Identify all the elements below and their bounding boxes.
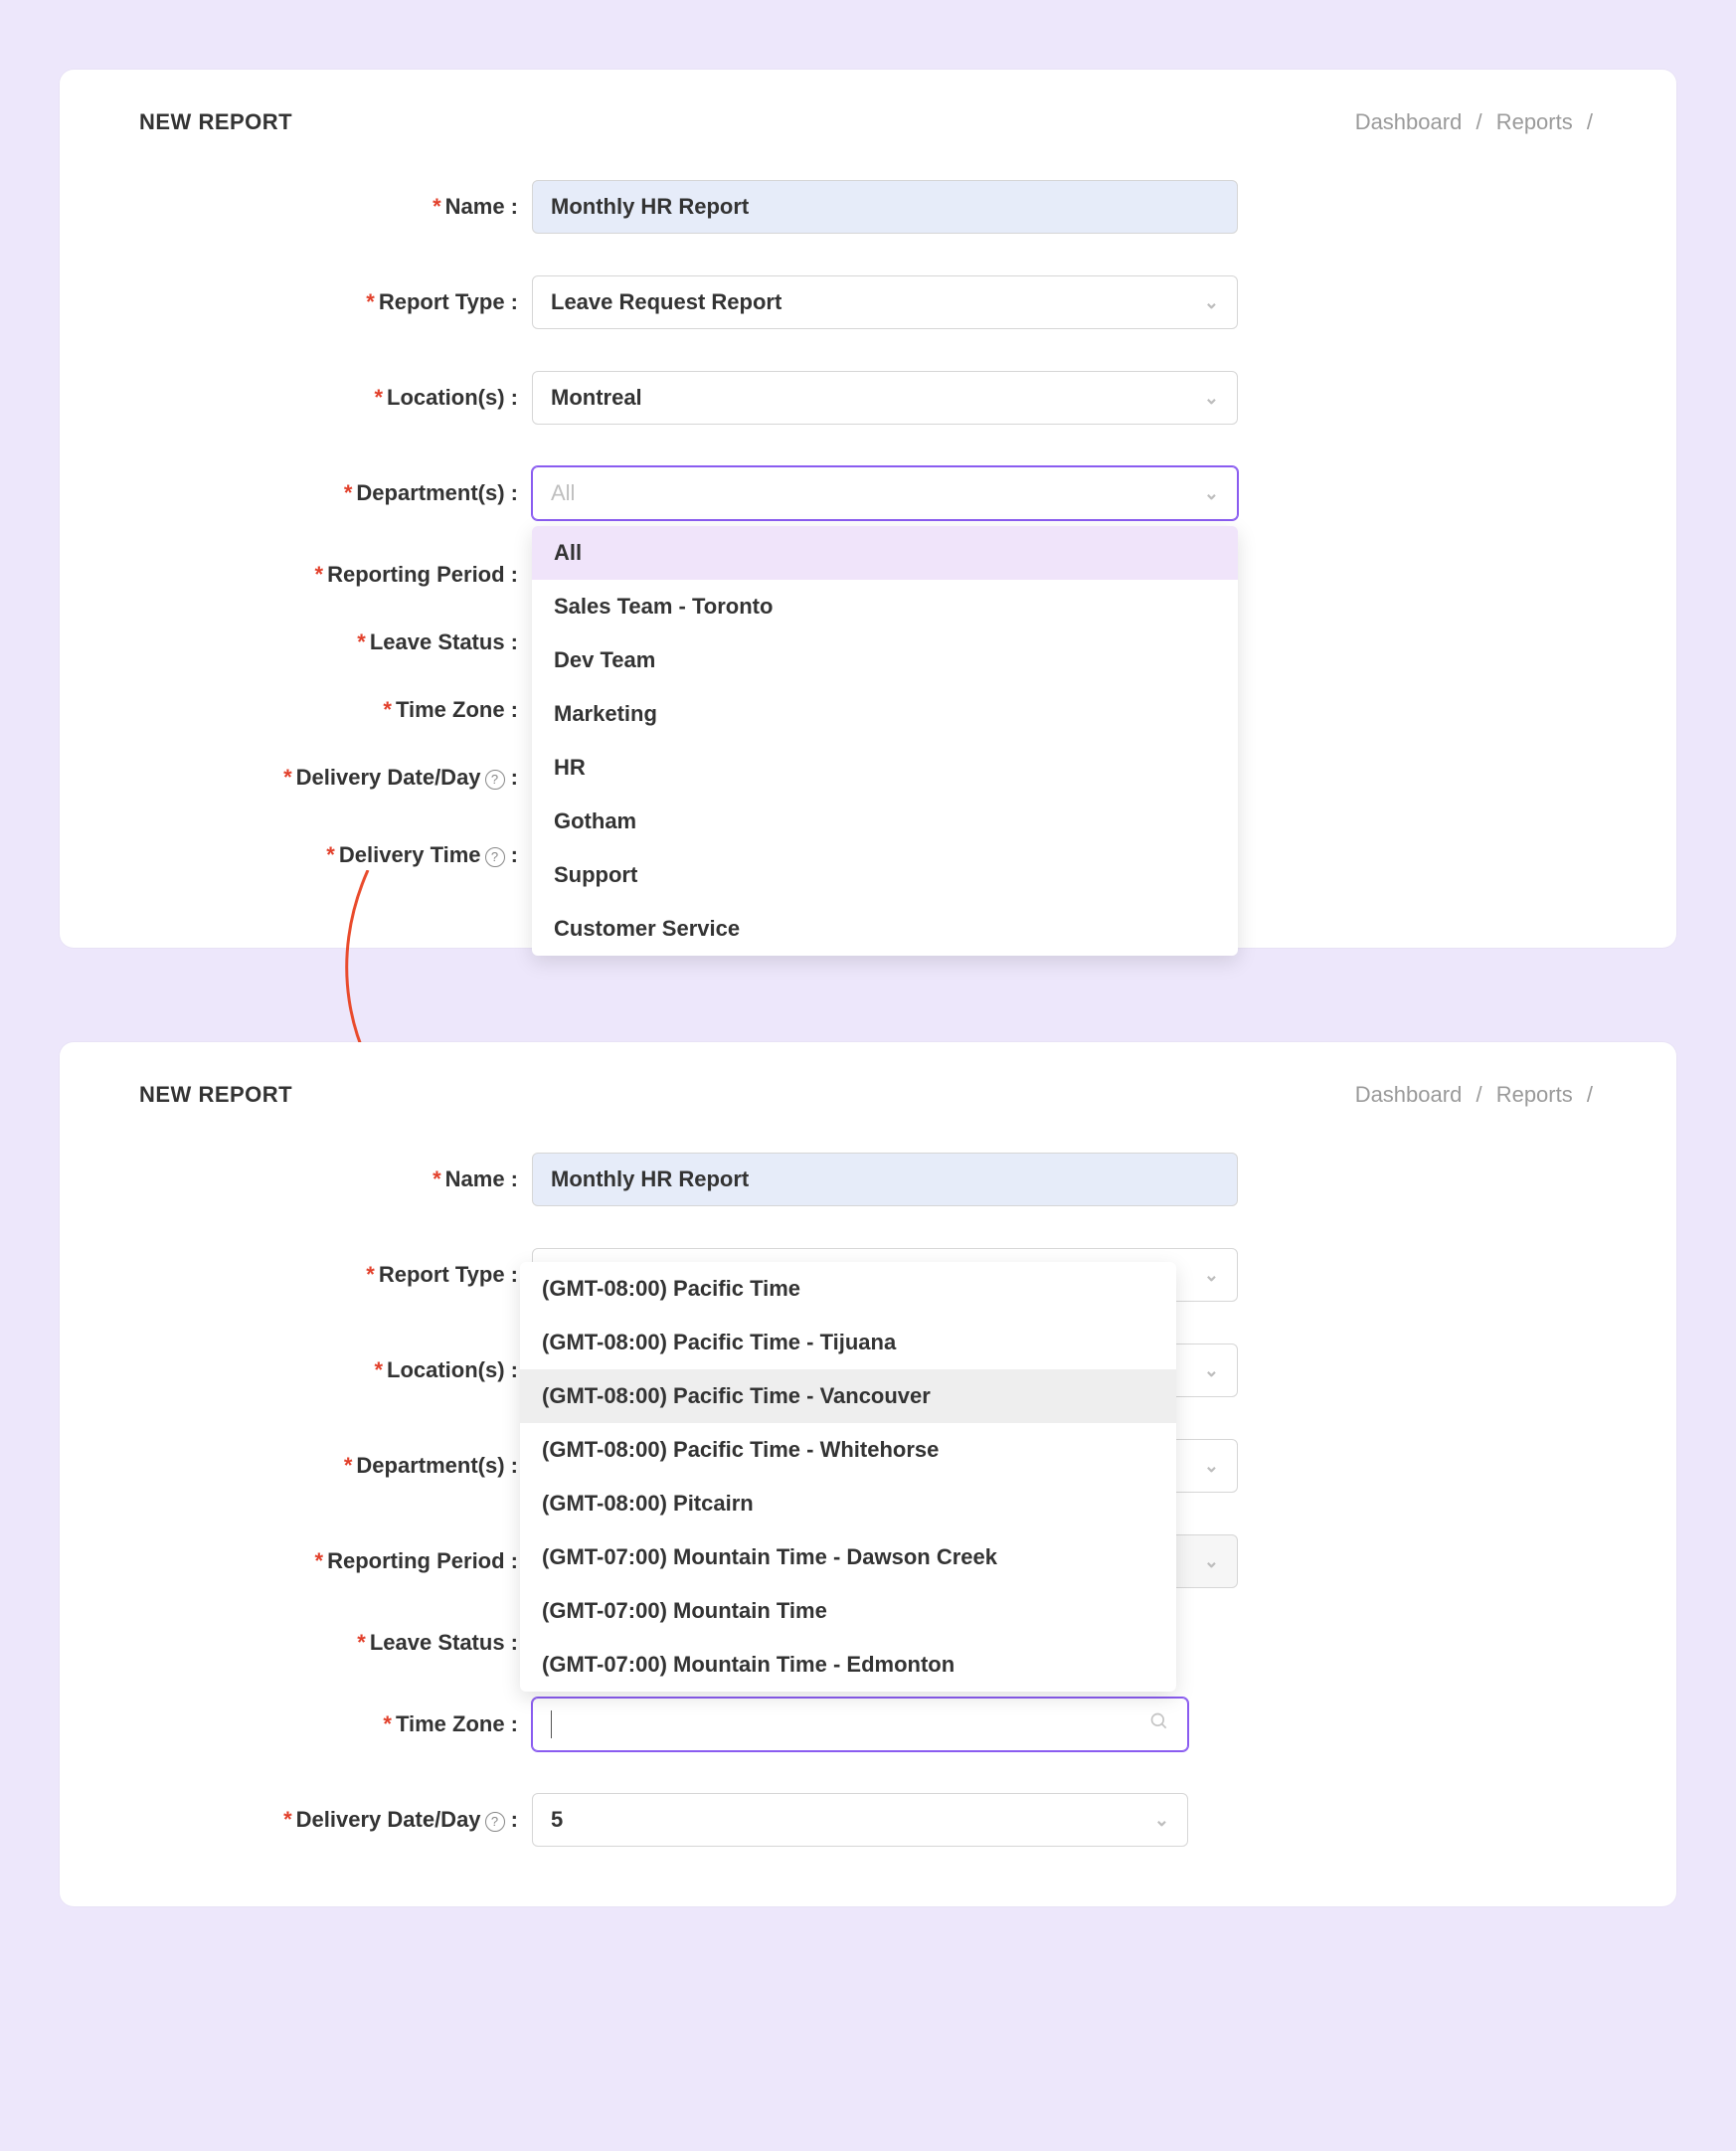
- breadcrumb: Dashboard / Reports /: [1351, 109, 1597, 135]
- breadcrumb-sep-end: /: [1587, 1082, 1593, 1107]
- label-name: *Name :: [139, 194, 532, 220]
- label-delivery-time: *Delivery Time? :: [139, 842, 532, 868]
- row-name: *Name : Monthly HR Report: [139, 1153, 1597, 1206]
- row-departments: *Department(s) : All ⌄ All Sales Team - …: [139, 466, 1597, 520]
- dropdown-item[interactable]: All: [532, 526, 1238, 580]
- dropdown-item[interactable]: Marketing: [532, 687, 1238, 741]
- page-title: NEW REPORT: [139, 109, 292, 135]
- label-delivery-date: *Delivery Date/Day? :: [139, 1807, 532, 1833]
- chevron-down-icon: ⌄: [1204, 1265, 1219, 1286]
- breadcrumb: Dashboard / Reports /: [1351, 1082, 1597, 1108]
- new-report-form-panel-1: NEW REPORT Dashboard / Reports / *Name :…: [60, 70, 1676, 948]
- chevron-down-icon: ⌄: [1204, 483, 1219, 504]
- chevron-down-icon: ⌄: [1154, 1810, 1169, 1831]
- report-type-select[interactable]: Leave Request Report ⌄: [532, 275, 1238, 329]
- card-header: NEW REPORT Dashboard / Reports /: [139, 1082, 1597, 1108]
- help-icon[interactable]: ?: [485, 770, 505, 790]
- breadcrumb-reports[interactable]: Reports: [1496, 1082, 1573, 1107]
- label-departments: *Department(s) :: [139, 1453, 532, 1479]
- label-locations: *Location(s) :: [139, 1357, 532, 1383]
- dropdown-item[interactable]: (GMT-08:00) Pacific Time - Vancouver: [520, 1369, 1176, 1423]
- dropdown-item[interactable]: (GMT-08:00) Pitcairn: [520, 1477, 1176, 1530]
- label-locations: *Location(s) :: [139, 385, 532, 411]
- dropdown-item[interactable]: (GMT-08:00) Pacific Time - Tijuana: [520, 1316, 1176, 1369]
- dropdown-item[interactable]: (GMT-07:00) Mountain Time - Edmonton: [520, 1638, 1176, 1692]
- page-title: NEW REPORT: [139, 1082, 292, 1108]
- label-leave-status: *Leave Status :: [139, 1630, 532, 1656]
- row-report-type: *Report Type : Leave Request Report ⌄: [139, 275, 1597, 329]
- dropdown-item[interactable]: Customer Service: [532, 902, 1238, 956]
- label-name: *Name :: [139, 1166, 532, 1192]
- departments-dropdown: All Sales Team - Toronto Dev Team Market…: [532, 526, 1238, 956]
- breadcrumb-sep: /: [1476, 1082, 1481, 1107]
- text-cursor: [551, 1710, 552, 1738]
- label-reporting-period: *Reporting Period :: [139, 1548, 532, 1574]
- label-report-type: *Report Type :: [139, 1262, 532, 1288]
- label-report-type: *Report Type :: [139, 289, 532, 315]
- help-icon[interactable]: ?: [485, 847, 505, 867]
- time-zone-search-input[interactable]: [532, 1698, 1188, 1751]
- departments-select[interactable]: All ⌄: [532, 466, 1238, 520]
- label-reporting-period: *Reporting Period :: [139, 562, 532, 588]
- label-time-zone: *Time Zone :: [139, 697, 532, 723]
- label-delivery-date: *Delivery Date/Day? :: [139, 765, 532, 791]
- dropdown-item[interactable]: Dev Team: [532, 633, 1238, 687]
- locations-select[interactable]: Montreal ⌄: [532, 371, 1238, 425]
- chevron-down-icon: ⌄: [1204, 292, 1219, 313]
- chevron-down-icon: ⌄: [1204, 1360, 1219, 1381]
- row-name: *Name : Monthly HR Report: [139, 180, 1597, 234]
- chevron-down-icon: ⌄: [1204, 1456, 1219, 1477]
- name-input[interactable]: Monthly HR Report: [532, 180, 1238, 234]
- chevron-down-icon: ⌄: [1204, 1551, 1219, 1572]
- name-input[interactable]: Monthly HR Report: [532, 1153, 1238, 1206]
- card-header: NEW REPORT Dashboard / Reports /: [139, 109, 1597, 135]
- timezone-dropdown: (GMT-08:00) Pacific Time (GMT-08:00) Pac…: [520, 1262, 1176, 1692]
- row-delivery-date: *Delivery Date/Day? : 5 ⌄: [139, 1793, 1597, 1847]
- dropdown-item[interactable]: (GMT-07:00) Mountain Time - Dawson Creek: [520, 1530, 1176, 1584]
- label-time-zone: *Time Zone :: [139, 1711, 532, 1737]
- row-time-zone: *Time Zone : (GMT-08:00) Pacific Time (G…: [139, 1698, 1597, 1751]
- dropdown-item[interactable]: (GMT-08:00) Pacific Time - Whitehorse: [520, 1423, 1176, 1477]
- row-locations: *Location(s) : Montreal ⌄: [139, 371, 1597, 425]
- label-leave-status: *Leave Status :: [139, 629, 532, 655]
- new-report-form-panel-2: NEW REPORT Dashboard / Reports / *Name :…: [60, 1042, 1676, 1906]
- chevron-down-icon: ⌄: [1204, 388, 1219, 409]
- delivery-date-select[interactable]: 5 ⌄: [532, 1793, 1188, 1847]
- breadcrumb-sep-end: /: [1587, 109, 1593, 134]
- breadcrumb-dashboard[interactable]: Dashboard: [1355, 1082, 1463, 1107]
- label-departments: *Department(s) :: [139, 480, 532, 506]
- breadcrumb-dashboard[interactable]: Dashboard: [1355, 109, 1463, 134]
- dropdown-item[interactable]: (GMT-07:00) Mountain Time: [520, 1584, 1176, 1638]
- dropdown-item[interactable]: Support: [532, 848, 1238, 902]
- breadcrumb-sep: /: [1476, 109, 1481, 134]
- dropdown-item[interactable]: Gotham: [532, 795, 1238, 848]
- breadcrumb-reports[interactable]: Reports: [1496, 109, 1573, 134]
- help-icon[interactable]: ?: [485, 1812, 505, 1832]
- dropdown-item[interactable]: HR: [532, 741, 1238, 795]
- dropdown-item[interactable]: Sales Team - Toronto: [532, 580, 1238, 633]
- dropdown-item[interactable]: (GMT-08:00) Pacific Time: [520, 1262, 1176, 1316]
- search-icon: [1149, 1711, 1169, 1737]
